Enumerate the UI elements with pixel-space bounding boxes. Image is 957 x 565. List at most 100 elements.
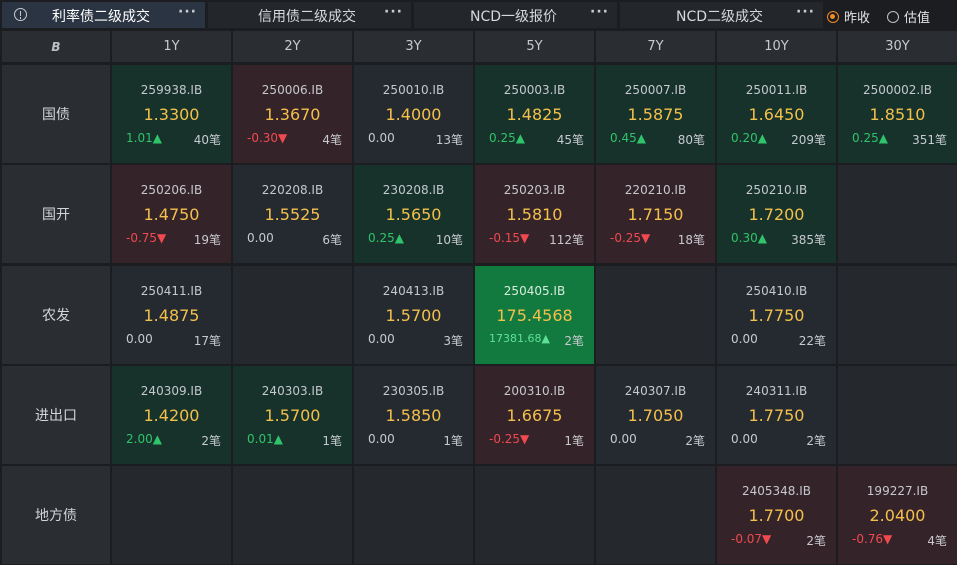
radio-prev-close[interactable]: 昨收 [827, 7, 870, 26]
empty-cell [233, 266, 352, 364]
bond-cell[interactable]: 230305.IB 1.5850 0.00 1笔 [354, 366, 473, 464]
bond-cell[interactable]: 220210.IB 1.7150 -0.25▼ 18笔 [596, 165, 715, 263]
more-icon[interactable]: ··· [178, 4, 197, 20]
bond-cell[interactable]: 250003.IB 1.4825 0.25▲ 45笔 [475, 65, 594, 163]
bond-yield: 1.7150 [627, 205, 684, 224]
bond-yield: 1.7050 [627, 406, 684, 425]
bond-cell[interactable]: 240309.IB 1.4200 2.00▲ 2笔 [112, 366, 231, 464]
bond-yield: 1.8510 [869, 105, 926, 124]
tab-bar: 利率债二级成交 ··· 信用债二级成交 ··· NCD一级报价 ··· NCD二… [0, 0, 957, 30]
bond-yield: 1.5700 [264, 406, 321, 425]
info-icon[interactable] [14, 8, 27, 21]
bond-yield: 2.0400 [869, 506, 926, 525]
bond-yield: 1.6675 [506, 406, 563, 425]
bond-code: 250210.IB [745, 183, 808, 197]
row-header: 国债 [2, 65, 110, 163]
yield-change: 0.00 [368, 332, 395, 346]
bond-cell[interactable]: 240307.IB 1.7050 0.00 2笔 [596, 366, 715, 464]
bond-cell[interactable]: 2405348.IB 1.7700 -0.07▼ 2笔 [717, 466, 836, 564]
column-header[interactable]: 7Y [596, 31, 715, 62]
empty-cell [838, 266, 957, 364]
column-header[interactable]: 30Y [838, 31, 957, 62]
tab-rate-bond-secondary[interactable]: 利率债二级成交 ··· [2, 2, 205, 28]
yield-change: 0.00 [368, 131, 395, 145]
trade-count: 2笔 [806, 434, 826, 448]
trade-count: 209笔 [791, 133, 826, 147]
bond-cell[interactable]: 2500002.IB 1.8510 0.25▲ 351笔 [838, 65, 957, 163]
yield-change: 0.00 [731, 332, 758, 346]
bond-yield: 1.5875 [627, 105, 684, 124]
trade-count: 80笔 [677, 133, 705, 147]
column-header[interactable]: 5Y [475, 31, 594, 62]
bond-code: 240307.IB [624, 384, 687, 398]
yield-change: 17381.68▲ [489, 332, 550, 345]
column-header[interactable]: 1Y [112, 31, 231, 62]
column-header[interactable]: 3Y [354, 31, 473, 62]
bond-cell[interactable]: 200310.IB 1.6675 -0.25▼ 1笔 [475, 366, 594, 464]
empty-cell [838, 165, 957, 263]
more-icon[interactable]: ··· [796, 4, 815, 20]
tab-ncd-secondary[interactable]: NCD二级成交 ··· [620, 2, 823, 28]
bond-cell[interactable]: 259938.IB 1.3300 1.01▲ 40笔 [112, 65, 231, 163]
yield-change: 0.30▲ [731, 231, 767, 245]
bond-cell[interactable]: 240311.IB 1.7750 0.00 2笔 [717, 366, 836, 464]
yield-change: 2.00▲ [126, 432, 162, 446]
row-header: 地方债 [2, 466, 110, 564]
row-header: 农发 [2, 266, 110, 364]
row-header: 国开 [2, 165, 110, 263]
empty-cell [112, 466, 231, 564]
column-header[interactable]: 10Y [717, 31, 836, 62]
bond-cell[interactable]: 250007.IB 1.5875 0.45▲ 80笔 [596, 65, 715, 163]
empty-cell [475, 466, 594, 564]
bond-yield: 1.5700 [385, 306, 442, 325]
row-header: 进出口 [2, 366, 110, 464]
trade-count: 10笔 [435, 233, 463, 247]
yield-change: 0.25▲ [852, 131, 888, 145]
yield-change: 0.20▲ [731, 131, 767, 145]
trade-count: 2笔 [806, 534, 826, 548]
trade-count: 18笔 [677, 233, 705, 247]
more-icon[interactable]: ··· [590, 4, 609, 20]
bond-code: 250011.IB [745, 83, 808, 97]
bond-cell[interactable]: 250405.IB 175.4568 17381.68▲ 2笔 [475, 266, 594, 364]
yield-change: 1.01▲ [126, 131, 162, 145]
column-header[interactable]: 2Y [233, 31, 352, 62]
bond-cell[interactable]: 250006.IB 1.3670 -0.30▼ 4笔 [233, 65, 352, 163]
trade-count: 2笔 [201, 434, 221, 448]
bond-cell[interactable]: 250203.IB 1.5810 -0.15▼ 112笔 [475, 165, 594, 263]
trade-count: 351笔 [912, 133, 947, 147]
tab-credit-bond-secondary[interactable]: 信用债二级成交 ··· [208, 2, 411, 28]
bond-code: 2500002.IB [862, 83, 933, 97]
bond-cell[interactable]: 220208.IB 1.5525 0.00 6笔 [233, 165, 352, 263]
radio-checked-icon [827, 10, 839, 23]
bond-code: 250206.IB [140, 183, 203, 197]
bond-cell[interactable]: 250210.IB 1.7200 0.30▲ 385笔 [717, 165, 836, 263]
bond-code: 240311.IB [745, 384, 808, 398]
trade-count: 1笔 [564, 434, 584, 448]
empty-cell [233, 466, 352, 564]
yield-change: 0.01▲ [247, 432, 283, 446]
bond-cell[interactable]: 199227.IB 2.0400 -0.76▼ 4笔 [838, 466, 957, 564]
yield-change: 0.00 [368, 432, 395, 446]
bond-code: 250405.IB [503, 284, 566, 298]
bond-cell[interactable]: 250011.IB 1.6450 0.20▲ 209笔 [717, 65, 836, 163]
bond-yield: 1.3670 [264, 105, 321, 124]
yield-change: 0.45▲ [610, 131, 646, 145]
more-icon[interactable]: ··· [384, 4, 403, 20]
bond-cell[interactable]: 230208.IB 1.5650 0.25▲ 10笔 [354, 165, 473, 263]
bond-yield: 1.5525 [264, 205, 321, 224]
radio-valuation[interactable]: 估值 [887, 7, 930, 26]
bond-cell[interactable]: 250206.IB 1.4750 -0.75▼ 19笔 [112, 165, 231, 263]
bond-code: 250411.IB [140, 284, 203, 298]
trade-count: 17笔 [193, 334, 221, 348]
radio-label: 估值 [904, 11, 931, 26]
bond-cell[interactable]: 250411.IB 1.4875 0.00 17笔 [112, 266, 231, 364]
yield-change: 0.00 [247, 231, 274, 245]
tab-ncd-primary-quote[interactable]: NCD一级报价 ··· [414, 2, 617, 28]
bond-yield: 1.7700 [748, 506, 805, 525]
bond-cell[interactable]: 240413.IB 1.5700 0.00 3笔 [354, 266, 473, 364]
bond-code: 199227.IB [866, 484, 929, 498]
bond-cell[interactable]: 250010.IB 1.4000 0.00 13笔 [354, 65, 473, 163]
bond-cell[interactable]: 240303.IB 1.5700 0.01▲ 1笔 [233, 366, 352, 464]
bond-cell[interactable]: 250410.IB 1.7750 0.00 22笔 [717, 266, 836, 364]
